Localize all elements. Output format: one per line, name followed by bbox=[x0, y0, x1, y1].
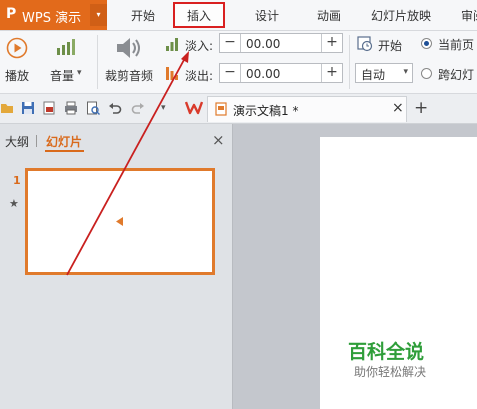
radio-current-slide-label[interactable]: 当前页 bbox=[438, 36, 474, 53]
radio-current-slide[interactable] bbox=[421, 38, 432, 49]
tab-design[interactable]: 设计 bbox=[255, 7, 279, 24]
tab-slides[interactable]: 幻灯片 bbox=[46, 133, 82, 150]
fade-in-spinner[interactable]: − 00.00 + bbox=[219, 33, 343, 53]
speaker-icon[interactable] bbox=[114, 35, 142, 61]
watermark-title: 百科全说 bbox=[348, 341, 425, 363]
watermark-subtitle: 助你轻松解决 bbox=[354, 365, 427, 379]
tab-review[interactable]: 审阅 bbox=[461, 7, 477, 24]
fade-in-label: 淡入: bbox=[185, 39, 214, 53]
volume-label[interactable]: 音量 bbox=[50, 67, 74, 84]
fade-out-spinner[interactable]: − 00.00 + bbox=[219, 63, 343, 83]
ribbon-separator bbox=[97, 35, 98, 89]
export-pdf-icon[interactable] bbox=[42, 101, 56, 115]
start-select[interactable]: 自动 ▾ bbox=[355, 63, 413, 83]
audio-marker-icon bbox=[116, 217, 123, 226]
new-tab-icon[interactable]: + bbox=[414, 98, 428, 118]
fade-in-decrement-button[interactable]: − bbox=[220, 34, 241, 52]
tab-slideshow[interactable]: 幻灯片放映 bbox=[371, 7, 431, 24]
volume-icon[interactable] bbox=[55, 36, 79, 58]
document-tab[interactable]: 演示文稿1 * × bbox=[207, 96, 407, 122]
fade-in-value[interactable]: 00.00 bbox=[246, 37, 280, 51]
app-title: WPS 演示 bbox=[22, 11, 82, 26]
redo-icon[interactable] bbox=[131, 101, 145, 115]
slide-number: 1 bbox=[13, 174, 21, 187]
close-tab-icon[interactable]: × bbox=[392, 100, 404, 116]
wps-cloud-logo-icon[interactable] bbox=[185, 100, 203, 115]
panel-tab-divider bbox=[36, 135, 37, 147]
start-label: 开始 bbox=[378, 39, 403, 53]
save-icon[interactable] bbox=[21, 101, 35, 115]
close-panel-icon[interactable]: × bbox=[212, 131, 225, 149]
presentation-file-icon bbox=[215, 102, 227, 116]
fade-out-label: 淡出: bbox=[185, 69, 214, 83]
tab-home[interactable]: 开始 bbox=[131, 7, 155, 24]
volume-dropdown-icon[interactable]: ▾ bbox=[77, 68, 82, 78]
radio-cross-slides-label[interactable]: 跨幻灯 bbox=[438, 66, 474, 83]
customize-qat-dropdown-icon[interactable]: ▾ bbox=[161, 103, 166, 113]
trim-audio-label[interactable]: 裁剪音频 bbox=[105, 67, 153, 84]
play-icon[interactable] bbox=[6, 37, 28, 59]
tab-outline[interactable]: 大纲 bbox=[5, 133, 29, 150]
animation-star-icon[interactable]: ★ bbox=[9, 197, 19, 210]
print-preview-icon[interactable] bbox=[86, 101, 100, 115]
tab-insert[interactable]: 插入 bbox=[187, 7, 211, 24]
chevron-down-icon[interactable]: ▾ bbox=[403, 67, 408, 77]
document-tab-title: 演示文稿1 * bbox=[233, 104, 299, 118]
radio-cross-slides[interactable] bbox=[421, 68, 432, 79]
tab-animation[interactable]: 动画 bbox=[317, 7, 341, 24]
undo-icon[interactable] bbox=[108, 101, 122, 115]
fade-in-icon bbox=[166, 38, 178, 51]
app-menu-dropdown-icon[interactable]: ▾ bbox=[90, 4, 107, 26]
fade-in-increment-button[interactable]: + bbox=[321, 34, 342, 52]
slide-thumbnail[interactable] bbox=[25, 168, 215, 275]
open-folder-icon[interactable] bbox=[0, 101, 14, 115]
active-tab-underline bbox=[45, 150, 84, 152]
print-icon[interactable] bbox=[64, 101, 78, 115]
start-clock-icon bbox=[357, 36, 373, 52]
fade-out-increment-button[interactable]: + bbox=[321, 64, 342, 82]
play-label[interactable]: 播放 bbox=[5, 67, 29, 84]
start-select-value: 自动 bbox=[361, 68, 386, 82]
wps-app-button[interactable]: P WPS 演示 ▾ bbox=[0, 0, 107, 30]
fade-out-decrement-button[interactable]: − bbox=[220, 64, 241, 82]
fade-out-value[interactable]: 00.00 bbox=[246, 67, 280, 81]
fade-out-icon bbox=[166, 67, 178, 80]
wps-logo-icon: P bbox=[6, 6, 17, 22]
ribbon-separator bbox=[349, 35, 350, 89]
